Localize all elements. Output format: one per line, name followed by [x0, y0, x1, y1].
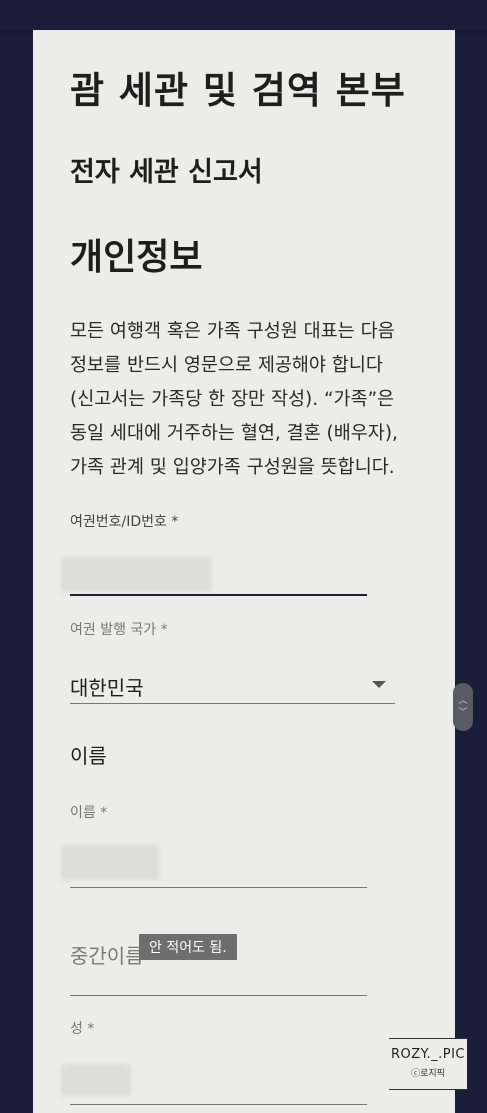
first-name-label: 이름 * [70, 805, 108, 821]
form-title: 전자 세관 신고서 [70, 157, 263, 188]
passport-input[interactable] [61, 550, 371, 596]
redacted-value [61, 1064, 131, 1096]
section-title-personal-info: 개인정보 [70, 237, 203, 278]
issuing-country-label: 여권 발행 국가 * [70, 622, 168, 638]
first-name-input[interactable] [61, 840, 371, 888]
watermark-sub: ⓒ로지픽 [411, 1069, 445, 1079]
passport-underline [70, 594, 367, 596]
last-name-label: 성 * [70, 1021, 95, 1037]
annotation-note: 안 적어도 됨. [139, 934, 237, 960]
middle-name-placeholder: 중간이름 [70, 944, 144, 968]
last-name-input[interactable] [61, 1058, 371, 1106]
agency-title: 괌 세관 및 검역 본부 [70, 69, 406, 112]
first-name-underline [70, 887, 367, 888]
issuing-country-underline [70, 703, 395, 704]
redacted-value [61, 556, 212, 592]
chevron-down-icon[interactable] [372, 681, 386, 688]
watermark-title: ROZY._.PIC [391, 1047, 465, 1062]
watermark-logo: ROZY._.PIC ⓒ로지픽 [389, 1038, 467, 1090]
last-name-underline [70, 1104, 367, 1105]
middle-name-underline [70, 995, 367, 996]
top-bar [0, 0, 487, 30]
chevron-down-icon: ﹀ [458, 708, 468, 718]
redacted-value [61, 844, 159, 880]
issuing-country-value: 대한민국 [70, 676, 144, 700]
scrollbar-handle[interactable]: ︿ ﹀ [453, 683, 473, 731]
passport-label: 여권번호/ID번호 * [70, 514, 179, 530]
intro-text: 모든 여행객 혹은 가족 구성원 대표는 다음 정보를 반드시 영문으로 제공해… [70, 321, 398, 478]
name-section-title: 이름 [70, 744, 107, 768]
form-card: 괌 세관 및 검역 본부 전자 세관 신고서 개인정보 모든 여행객 혹은 가족… [33, 30, 455, 1113]
chevron-up-icon: ︿ [458, 696, 468, 706]
